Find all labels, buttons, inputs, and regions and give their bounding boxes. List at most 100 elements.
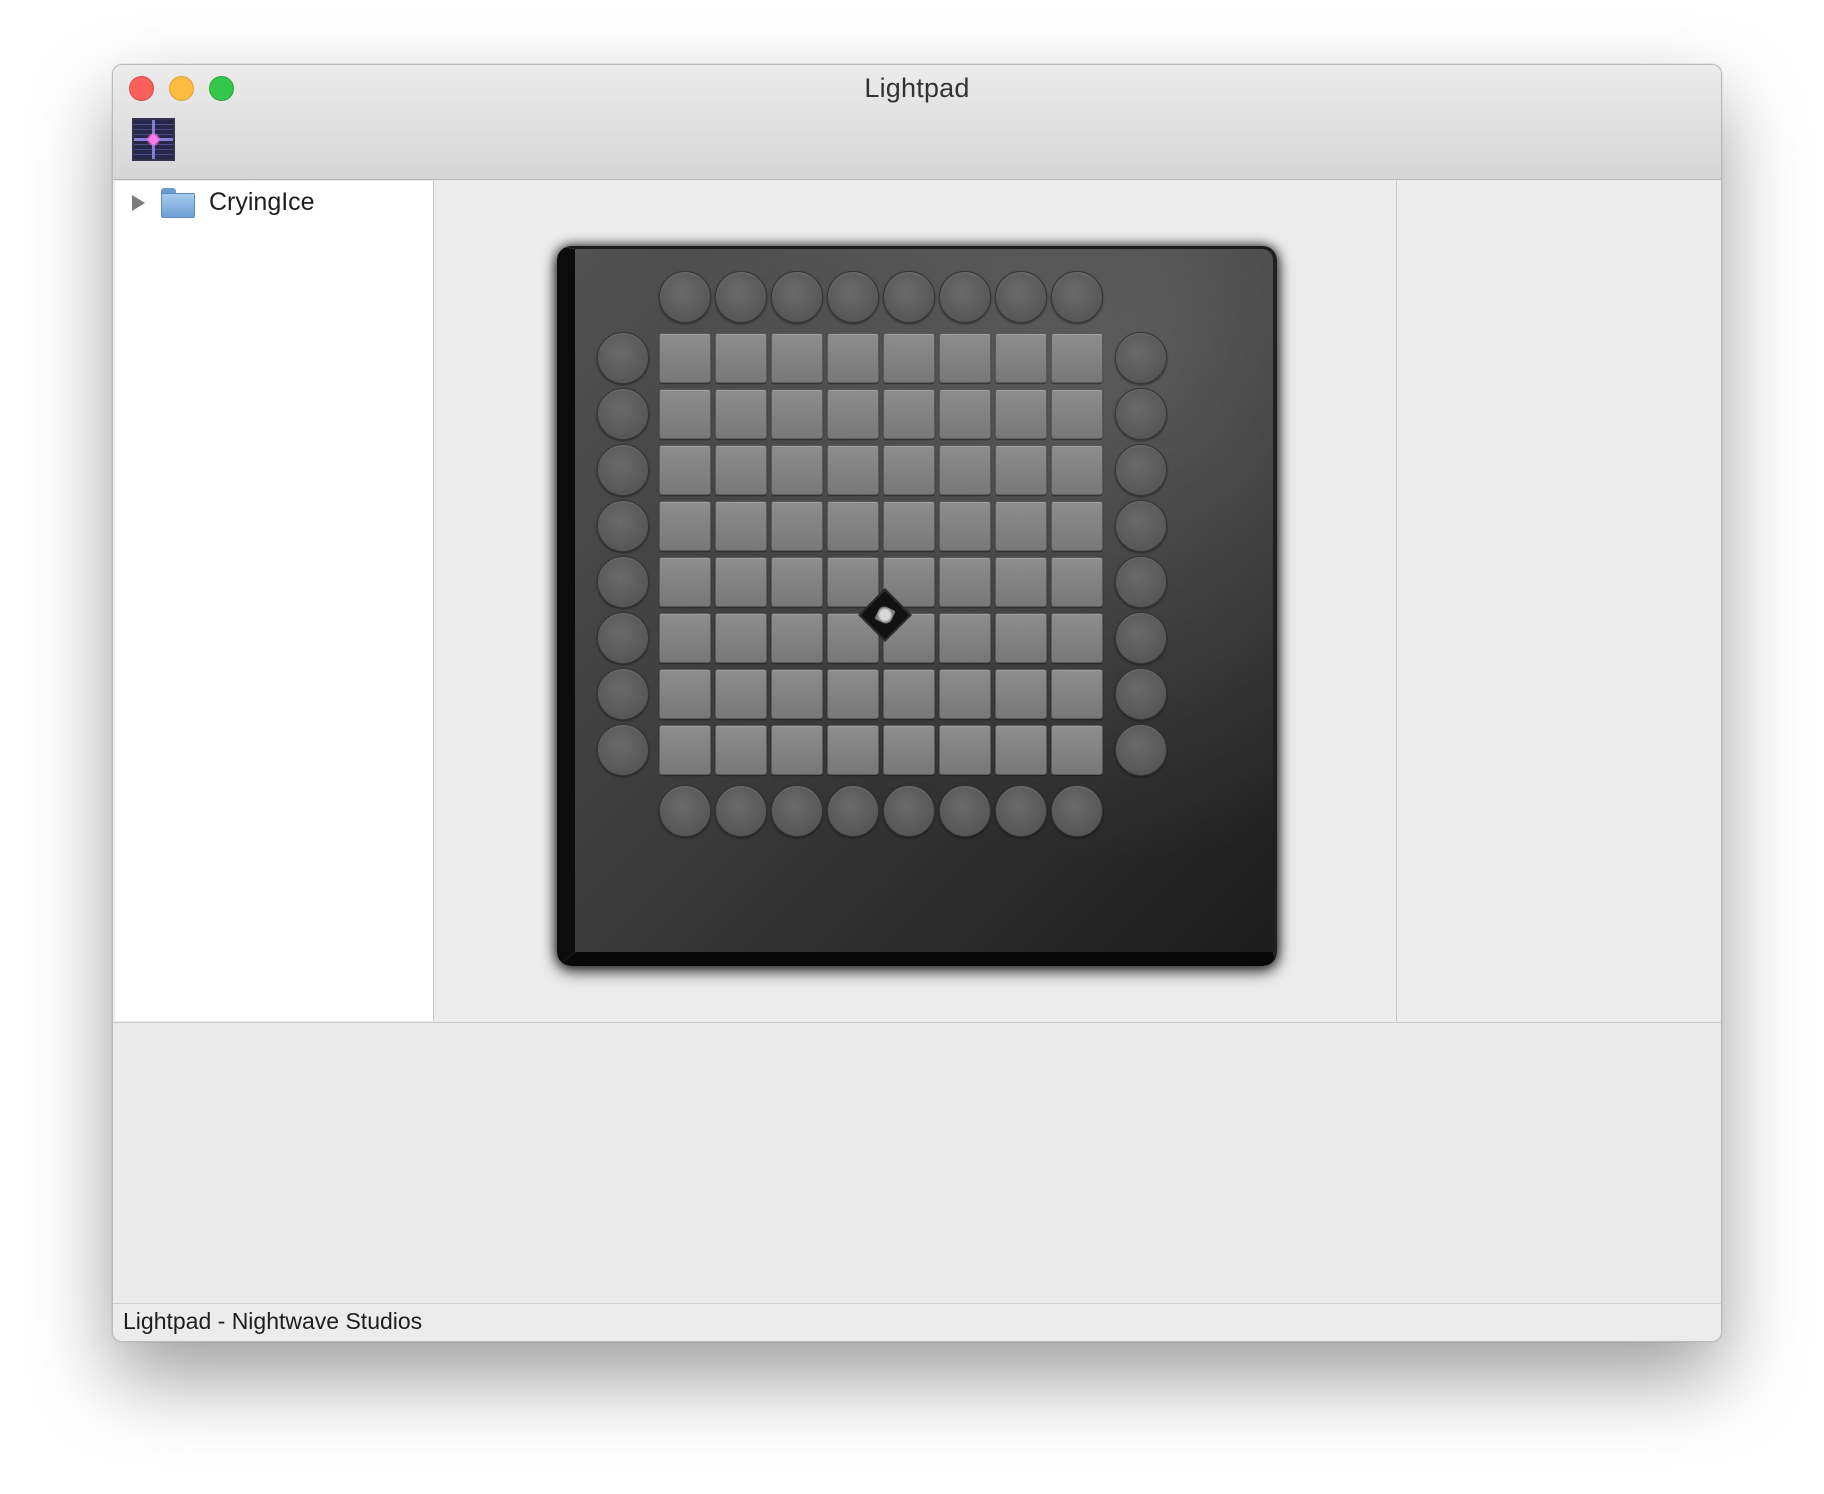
grid-pad-r5-c7[interactable] xyxy=(995,557,1047,607)
right-round-button-1[interactable] xyxy=(1115,332,1167,384)
grid-pad-r1-c3[interactable] xyxy=(771,333,823,383)
grid-pad-r1-c2[interactable] xyxy=(715,333,767,383)
grid-pad-r1-c4[interactable] xyxy=(827,333,879,383)
grid-pad-r7-c3[interactable] xyxy=(771,669,823,719)
left-round-button-1[interactable] xyxy=(597,332,649,384)
bottom-round-button-1[interactable] xyxy=(659,785,711,837)
grid-pad-r2-c2[interactable] xyxy=(715,389,767,439)
grid-pad-r6-c6[interactable] xyxy=(939,613,991,663)
grid-pad-r3-c7[interactable] xyxy=(995,445,1047,495)
grid-pad-r5-c1[interactable] xyxy=(659,557,711,607)
grid-pad-r1-c1[interactable] xyxy=(659,333,711,383)
grid-pad-r8-c4[interactable] xyxy=(827,725,879,775)
grid-pad-r6-c2[interactable] xyxy=(715,613,767,663)
right-round-button-2[interactable] xyxy=(1115,388,1167,440)
grid-pad-r4-c4[interactable] xyxy=(827,501,879,551)
grid-pad-r8-c1[interactable] xyxy=(659,725,711,775)
grid-pad-r7-c4[interactable] xyxy=(827,669,879,719)
grid-pad-r3-c8[interactable] xyxy=(1051,445,1103,495)
bottom-round-button-8[interactable] xyxy=(1051,785,1103,837)
left-round-button-5[interactable] xyxy=(597,556,649,608)
grid-pad-r3-c1[interactable] xyxy=(659,445,711,495)
left-round-button-4[interactable] xyxy=(597,500,649,552)
grid-pad-r2-c3[interactable] xyxy=(771,389,823,439)
grid-pad-r8-c8[interactable] xyxy=(1051,725,1103,775)
grid-pad-r2-c6[interactable] xyxy=(939,389,991,439)
top-round-button-2[interactable] xyxy=(715,271,767,323)
top-round-button-8[interactable] xyxy=(1051,271,1103,323)
tree-item-cryingice[interactable]: CryingIce xyxy=(115,181,433,227)
grid-pad-r4-c8[interactable] xyxy=(1051,501,1103,551)
grid-pad-r2-c7[interactable] xyxy=(995,389,1047,439)
right-round-button-6[interactable] xyxy=(1115,612,1167,664)
bottom-round-button-2[interactable] xyxy=(715,785,767,837)
top-round-button-5[interactable] xyxy=(883,271,935,323)
grid-pad-r1-c6[interactable] xyxy=(939,333,991,383)
bottom-round-button-4[interactable] xyxy=(827,785,879,837)
grid-pad-r5-c8[interactable] xyxy=(1051,557,1103,607)
bottom-round-button-3[interactable] xyxy=(771,785,823,837)
grid-pad-r3-c4[interactable] xyxy=(827,445,879,495)
grid-pad-r5-c4[interactable] xyxy=(827,557,879,607)
grid-pad-r2-c5[interactable] xyxy=(883,389,935,439)
grid-pad-r1-c5[interactable] xyxy=(883,333,935,383)
grid-pad-r7-c8[interactable] xyxy=(1051,669,1103,719)
grid-pad-r4-c1[interactable] xyxy=(659,501,711,551)
top-round-button-6[interactable] xyxy=(939,271,991,323)
grid-pad-r5-c3[interactable] xyxy=(771,557,823,607)
grid-pad-r6-c7[interactable] xyxy=(995,613,1047,663)
grid-pad-r8-c2[interactable] xyxy=(715,725,767,775)
grid-pad-r7-c6[interactable] xyxy=(939,669,991,719)
right-round-button-3[interactable] xyxy=(1115,444,1167,496)
right-round-button-4[interactable] xyxy=(1115,500,1167,552)
grid-pad-r4-c7[interactable] xyxy=(995,501,1047,551)
right-round-button-7[interactable] xyxy=(1115,668,1167,720)
grid-pad-r7-c7[interactable] xyxy=(995,669,1047,719)
top-round-button-4[interactable] xyxy=(827,271,879,323)
title-bar[interactable]: Lightpad xyxy=(113,65,1721,180)
left-round-button-6[interactable] xyxy=(597,612,649,664)
right-round-button-8[interactable] xyxy=(1115,724,1167,776)
top-round-button-3[interactable] xyxy=(771,271,823,323)
grid-pad-r1-c8[interactable] xyxy=(1051,333,1103,383)
grid-pad-r6-c3[interactable] xyxy=(771,613,823,663)
grid-pad-r1-c7[interactable] xyxy=(995,333,1047,383)
grid-pad-r3-c3[interactable] xyxy=(771,445,823,495)
grid-pad-r6-c1[interactable] xyxy=(659,613,711,663)
grid-pad-r4-c5[interactable] xyxy=(883,501,935,551)
left-round-button-8[interactable] xyxy=(597,724,649,776)
bottom-round-button-7[interactable] xyxy=(995,785,1047,837)
app-window: Lightpad CryingIce Lightpad - Nightwave … xyxy=(112,64,1722,1342)
grid-pad-r8-c5[interactable] xyxy=(883,725,935,775)
disclosure-triangle-icon[interactable] xyxy=(132,195,145,211)
grid-pad-r8-c7[interactable] xyxy=(995,725,1047,775)
grid-pad-r8-c3[interactable] xyxy=(771,725,823,775)
grid-pad-r8-c6[interactable] xyxy=(939,725,991,775)
grid-pad-r3-c6[interactable] xyxy=(939,445,991,495)
grid-pad-r7-c5[interactable] xyxy=(883,669,935,719)
inspector-pane xyxy=(1398,181,1721,1021)
bottom-round-button-5[interactable] xyxy=(883,785,935,837)
left-round-button-3[interactable] xyxy=(597,444,649,496)
top-round-button-1[interactable] xyxy=(659,271,711,323)
top-round-button-7[interactable] xyxy=(995,271,1047,323)
grid-pad-r4-c6[interactable] xyxy=(939,501,991,551)
status-text: Lightpad - Nightwave Studios xyxy=(123,1308,423,1334)
app-grid-icon[interactable] xyxy=(132,118,175,161)
grid-pad-r2-c4[interactable] xyxy=(827,389,879,439)
right-round-button-5[interactable] xyxy=(1115,556,1167,608)
grid-pad-r4-c3[interactable] xyxy=(771,501,823,551)
grid-pad-r4-c2[interactable] xyxy=(715,501,767,551)
grid-pad-r7-c1[interactable] xyxy=(659,669,711,719)
grid-pad-r5-c2[interactable] xyxy=(715,557,767,607)
bottom-round-button-6[interactable] xyxy=(939,785,991,837)
left-round-button-2[interactable] xyxy=(597,388,649,440)
grid-pad-r3-c2[interactable] xyxy=(715,445,767,495)
grid-pad-r2-c8[interactable] xyxy=(1051,389,1103,439)
grid-pad-r2-c1[interactable] xyxy=(659,389,711,439)
grid-pad-r7-c2[interactable] xyxy=(715,669,767,719)
grid-pad-r3-c5[interactable] xyxy=(883,445,935,495)
left-round-button-7[interactable] xyxy=(597,668,649,720)
grid-pad-r6-c8[interactable] xyxy=(1051,613,1103,663)
grid-pad-r5-c6[interactable] xyxy=(939,557,991,607)
